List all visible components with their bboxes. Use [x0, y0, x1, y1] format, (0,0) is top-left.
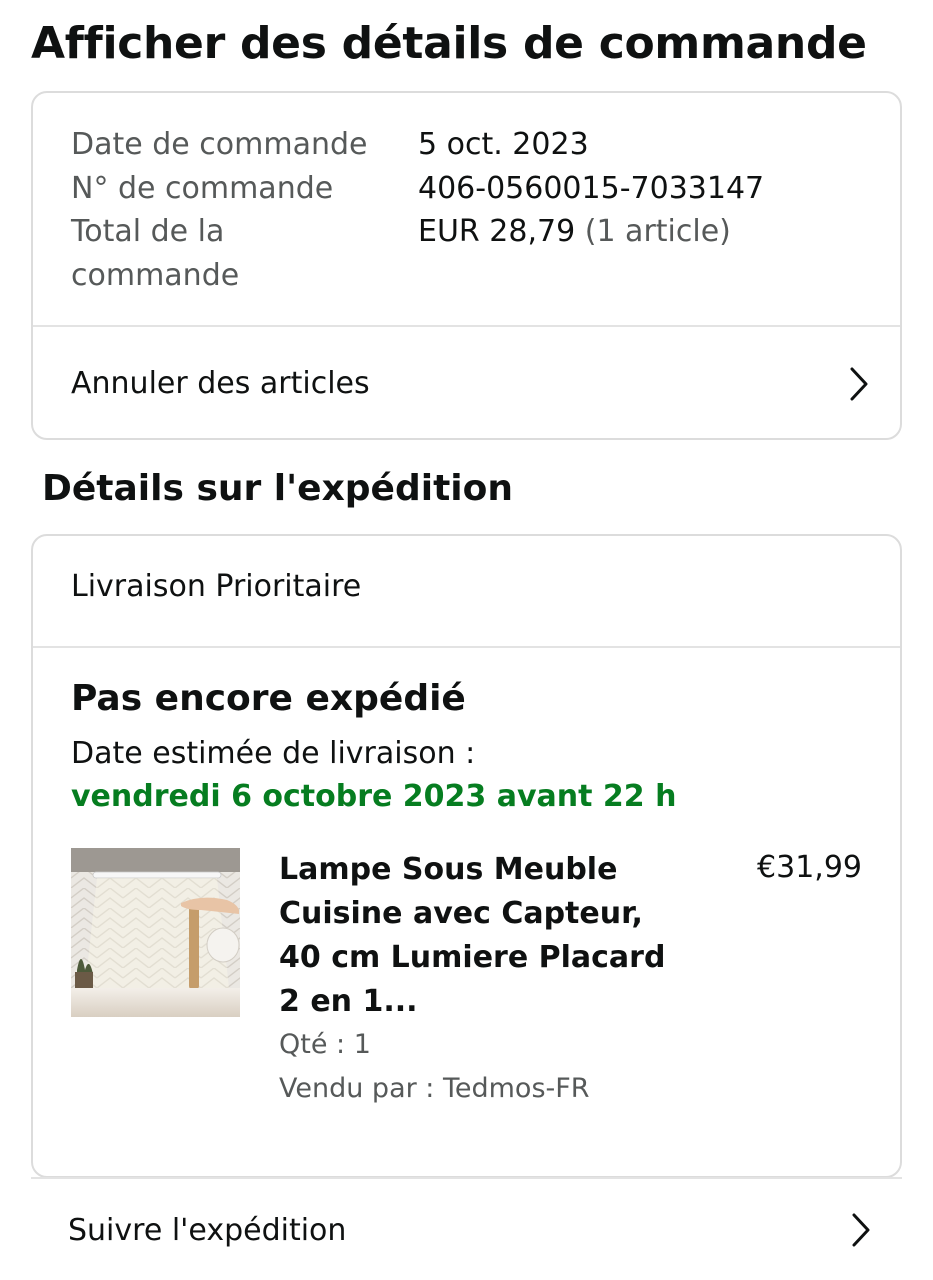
order-total-label-line1: Total de la: [71, 214, 225, 249]
order-number-row: N° de commande 406-0560015-7033147: [71, 167, 871, 211]
track-divider: [31, 1177, 902, 1179]
order-number-value: 406-0560015-7033147: [418, 170, 765, 206]
order-total-amount: EUR 28,79: [418, 214, 576, 249]
product-seller: Vendu par : Tedmos-FR: [279, 1073, 590, 1104]
order-date-label: Date de commande: [71, 127, 368, 162]
order-summary-card: Date de commande 5 oct. 2023 N° de comma…: [31, 91, 902, 440]
order-total-label-line2: commande: [71, 257, 240, 293]
order-item-count: (1 article): [584, 214, 731, 249]
chevron-right-icon: [852, 1213, 870, 1247]
eta-label: Date estimée de livraison :: [71, 736, 476, 771]
order-total-label: Total de la commande: [71, 210, 418, 297]
product-title[interactable]: Lampe Sous Meuble Cuisine avec Capteur, …: [279, 848, 679, 1024]
order-number-label: N° de commande: [71, 170, 334, 206]
shipment-section-title: Détails sur l'expédition: [42, 468, 513, 509]
order-total-row: Total de la commande EUR 28,79 (1 articl…: [71, 210, 871, 297]
track-shipment-link[interactable]: Suivre l'expédition: [31, 1180, 902, 1280]
order-date-row: Date de commande 5 oct. 2023: [71, 123, 871, 167]
order-total-value: EUR 28,79 (1 article): [418, 210, 731, 297]
shipment-card: Livraison Prioritaire Pas encore expédié…: [31, 534, 902, 1178]
eta-date: vendredi 6 octobre 2023 avant 22 h: [71, 779, 677, 814]
track-shipment-label: Suivre l'expédition: [68, 1212, 347, 1248]
product-quantity: Qté : 1: [279, 1029, 371, 1060]
product-image[interactable]: [71, 848, 240, 1017]
order-summary-grid: Date de commande 5 oct. 2023 N° de comma…: [71, 123, 871, 297]
page-title: Afficher des détails de commande: [31, 18, 867, 69]
cancel-items-label: Annuler des articles: [71, 366, 370, 401]
shipment-status: Pas encore expédié: [71, 678, 466, 719]
shipment-divider: [33, 646, 900, 648]
product-price: €31,99: [757, 850, 862, 885]
order-date-value: 5 oct. 2023: [418, 127, 589, 162]
cancel-items-link[interactable]: Annuler des articles: [33, 327, 900, 438]
chevron-right-icon: [850, 367, 868, 400]
shipping-method: Livraison Prioritaire: [71, 569, 362, 604]
